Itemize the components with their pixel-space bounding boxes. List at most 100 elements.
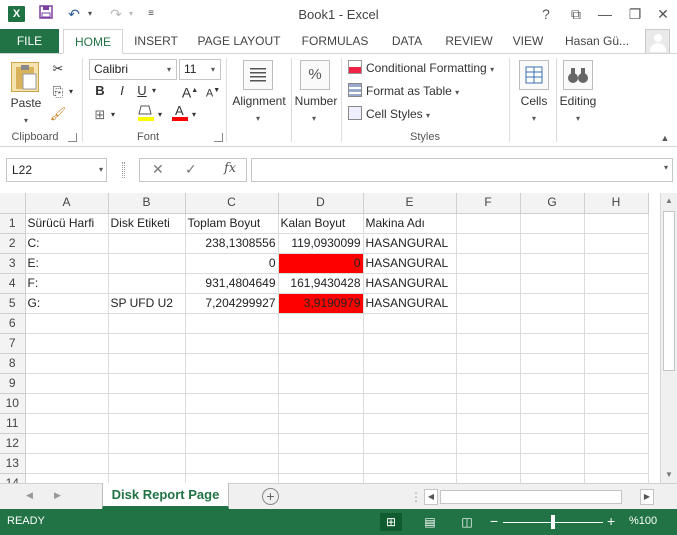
cell[interactable] bbox=[456, 473, 521, 483]
cell[interactable] bbox=[584, 293, 649, 314]
cell[interactable] bbox=[456, 273, 521, 294]
cell[interactable] bbox=[584, 213, 649, 234]
cell[interactable] bbox=[185, 353, 279, 374]
cell[interactable]: Disk Etiketi bbox=[108, 213, 186, 234]
cell[interactable] bbox=[584, 313, 649, 334]
cell[interactable]: 7,204299927 bbox=[185, 293, 279, 314]
fill-color-dropdown-icon[interactable]: ▾ bbox=[155, 105, 165, 125]
cell[interactable] bbox=[584, 413, 649, 434]
cell[interactable] bbox=[108, 333, 186, 354]
cell[interactable] bbox=[520, 473, 585, 483]
confirm-entry-icon[interactable]: ✓ bbox=[185, 161, 197, 178]
cell[interactable]: 931,4804649 bbox=[185, 273, 279, 294]
cell[interactable] bbox=[363, 353, 457, 374]
cell[interactable] bbox=[520, 453, 585, 474]
italic-button[interactable]: I bbox=[112, 81, 132, 101]
cell[interactable] bbox=[584, 333, 649, 354]
ribbon-display-options-icon[interactable]: ⧉ bbox=[565, 4, 587, 24]
decrease-font-size-button[interactable]: A▼ bbox=[203, 81, 223, 101]
clipboard-launcher-icon[interactable] bbox=[68, 133, 77, 142]
scroll-up-icon[interactable]: ▲ bbox=[661, 193, 677, 209]
cell[interactable] bbox=[108, 313, 186, 334]
cell[interactable] bbox=[278, 333, 364, 354]
borders-icon[interactable]: ⊞ bbox=[90, 105, 110, 125]
cell[interactable] bbox=[456, 353, 521, 374]
cell[interactable] bbox=[185, 313, 279, 334]
cell[interactable] bbox=[185, 413, 279, 434]
font-size-select[interactable]: 11 ▾ bbox=[179, 59, 221, 80]
cell[interactable]: Toplam Boyut bbox=[185, 213, 279, 234]
row-header[interactable]: 12 bbox=[0, 433, 26, 454]
tab-split-handle[interactable]: ⋮ bbox=[410, 490, 422, 504]
sheet-tab-active[interactable]: Disk Report Page bbox=[102, 483, 229, 509]
cell[interactable] bbox=[25, 473, 109, 483]
zoom-in-button[interactable]: + bbox=[607, 513, 615, 529]
select-all-corner[interactable] bbox=[0, 193, 26, 214]
cell[interactable] bbox=[520, 233, 585, 254]
paste-icon[interactable] bbox=[11, 62, 39, 92]
cell[interactable]: 3,9190979 bbox=[278, 293, 364, 314]
row-header[interactable]: 10 bbox=[0, 393, 26, 414]
paste-button[interactable]: Paste bbox=[9, 96, 43, 110]
font-name-dropdown-icon[interactable]: ▾ bbox=[162, 60, 176, 79]
column-header[interactable]: B bbox=[108, 193, 186, 214]
cell[interactable]: 0 bbox=[278, 253, 364, 274]
row-header[interactable]: 1 bbox=[0, 213, 26, 234]
fill-color-icon[interactable] bbox=[136, 103, 156, 123]
normal-view-icon[interactable]: ⊞ bbox=[380, 513, 402, 531]
cell[interactable] bbox=[520, 373, 585, 394]
cell[interactable]: 161,9430428 bbox=[278, 273, 364, 294]
cell[interactable] bbox=[456, 293, 521, 314]
avatar[interactable] bbox=[645, 29, 670, 54]
worksheet-table[interactable]: A B C D E F G H 1 Sürücü Harfi Disk Etiket… bbox=[0, 193, 649, 483]
cell[interactable] bbox=[363, 433, 457, 454]
cell[interactable] bbox=[584, 253, 649, 274]
column-header[interactable]: A bbox=[25, 193, 109, 214]
bold-button[interactable]: B bbox=[90, 81, 110, 101]
vertical-scroll-thumb[interactable] bbox=[663, 211, 675, 371]
cell[interactable]: G: bbox=[25, 293, 109, 314]
cell[interactable] bbox=[520, 313, 585, 334]
cell[interactable] bbox=[185, 433, 279, 454]
cell[interactable]: HASANGURAL bbox=[363, 293, 457, 314]
editing-dropdown-icon[interactable]: ▾ bbox=[572, 110, 584, 124]
cells-icon[interactable] bbox=[519, 60, 549, 90]
row-header[interactable]: 6 bbox=[0, 313, 26, 334]
row-header[interactable]: 3 bbox=[0, 253, 26, 274]
cell[interactable] bbox=[456, 433, 521, 454]
cell[interactable] bbox=[108, 233, 186, 254]
cell[interactable] bbox=[185, 373, 279, 394]
cell[interactable] bbox=[456, 393, 521, 414]
number-dropdown-icon[interactable]: ▾ bbox=[308, 110, 320, 124]
copy-icon[interactable]: ⎘ bbox=[48, 82, 68, 102]
insert-function-icon[interactable]: fx bbox=[224, 161, 236, 176]
row-header[interactable]: 4 bbox=[0, 273, 26, 294]
number-button[interactable]: Number bbox=[291, 94, 341, 108]
cell[interactable] bbox=[278, 313, 364, 334]
alignment-button[interactable]: Alignment bbox=[229, 94, 289, 108]
alignment-icon[interactable] bbox=[243, 60, 273, 90]
increase-font-size-button[interactable]: A▲ bbox=[180, 81, 200, 101]
previous-sheet-icon[interactable]: ◀ bbox=[26, 490, 33, 501]
cell[interactable]: HASANGURAL bbox=[363, 273, 457, 294]
cell[interactable] bbox=[185, 473, 279, 483]
cells-dropdown-icon[interactable]: ▾ bbox=[528, 110, 540, 124]
cell[interactable] bbox=[363, 473, 457, 483]
cell[interactable] bbox=[108, 473, 186, 483]
cell[interactable] bbox=[456, 333, 521, 354]
find-binoculars-icon[interactable] bbox=[563, 60, 593, 90]
help-button[interactable]: ? bbox=[535, 4, 557, 24]
cell[interactable]: F: bbox=[25, 273, 109, 294]
horizontal-scrollbar[interactable]: ◀ ▶ bbox=[424, 489, 656, 505]
row-header[interactable]: 11 bbox=[0, 413, 26, 434]
cell[interactable] bbox=[456, 313, 521, 334]
underline-dropdown-icon[interactable]: ▾ bbox=[149, 81, 159, 101]
tab-view[interactable]: VIEW bbox=[507, 29, 549, 54]
cell[interactable] bbox=[25, 393, 109, 414]
cell[interactable] bbox=[278, 413, 364, 434]
zoom-level[interactable]: %100 bbox=[629, 515, 657, 527]
cell[interactable] bbox=[278, 393, 364, 414]
restore-button[interactable]: ❐ bbox=[624, 4, 646, 24]
tab-data[interactable]: DATA bbox=[384, 29, 430, 54]
cell[interactable] bbox=[278, 373, 364, 394]
